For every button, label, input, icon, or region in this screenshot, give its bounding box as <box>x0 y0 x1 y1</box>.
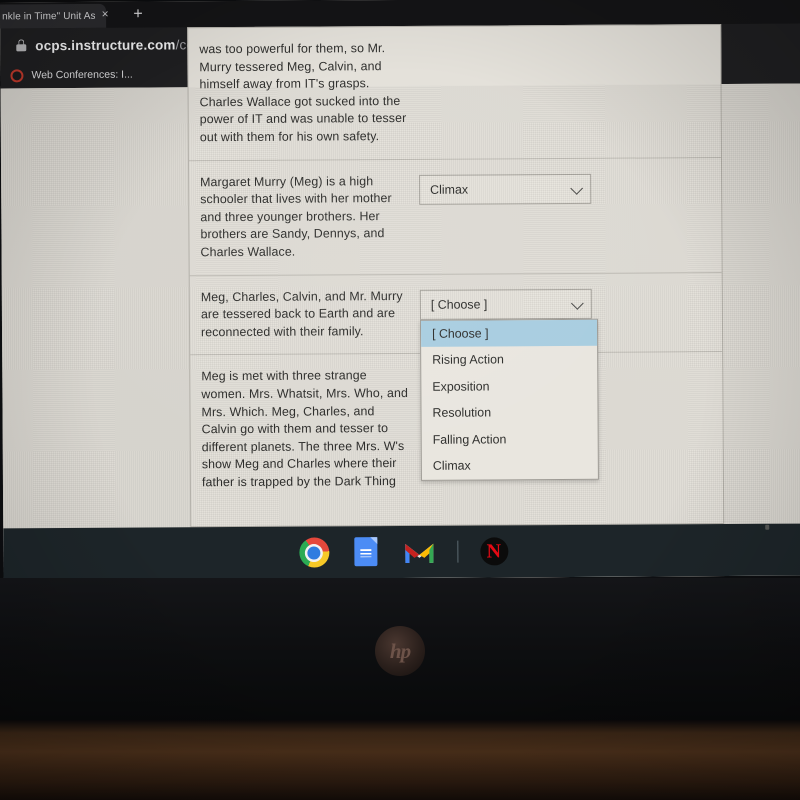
web-conferences-favicon-icon <box>10 68 24 82</box>
quiz-row-text: Meg, Charles, Calvin, and Mr. Murry are … <box>200 288 403 339</box>
desk-surface <box>0 720 800 800</box>
hp-logo-text: hp <box>389 638 411 663</box>
dropdown-option[interactable]: Climax <box>422 452 598 480</box>
netflix-glyph: N <box>486 540 502 563</box>
google-docs-icon[interactable] <box>351 537 381 567</box>
chrome-icon[interactable] <box>298 537 329 568</box>
quiz-row-select-wrap: Climax <box>419 173 592 205</box>
lock-icon <box>16 39 27 52</box>
quiz-row: was too powerful for them, so Mr. Murry … <box>188 25 721 161</box>
new-tab-icon[interactable]: + <box>130 6 146 23</box>
quiz-row-text: Meg is met with three strange women. Mrs… <box>201 368 408 490</box>
hp-logo: hp <box>375 626 425 676</box>
answer-select-open[interactable]: [ Choose ] <box>419 288 592 320</box>
browser-tab[interactable]: nkle in Time" Unit As <box>0 3 107 29</box>
quiz-row-select-wrap: [ Choose ] [ Choose ] Rising Action Exposi… <box>419 288 599 481</box>
page-viewport: was too powerful for them, so Mr. Murry … <box>0 24 800 581</box>
dropdown-option[interactable]: Resolution <box>421 399 597 427</box>
chevron-down-icon <box>570 296 584 310</box>
gmail-icon[interactable] <box>403 540 435 564</box>
quiz-question-card: was too powerful for them, so Mr. Murry … <box>187 24 725 528</box>
laptop-photo: nkle in Time" Unit As × + ocps.instructu… <box>0 0 800 800</box>
laptop-lid: hp <box>0 578 800 720</box>
bookmark-web-conferences[interactable]: Web Conferences: I... <box>31 69 132 82</box>
dropdown-options-list[interactable]: [ Choose ] Rising Action Exposition Resolut… <box>419 318 599 481</box>
close-icon[interactable]: × <box>98 7 112 21</box>
dropdown-option[interactable]: Rising Action <box>421 346 597 374</box>
answer-select[interactable]: Climax <box>419 173 592 205</box>
quiz-row: Margaret Murry (Meg) is a high schooler … <box>188 157 722 276</box>
laptop-screen: nkle in Time" Unit As × + ocps.instructu… <box>0 0 800 581</box>
chevron-down-icon <box>570 181 584 195</box>
dropdown-option[interactable]: [ Choose ] <box>420 319 598 347</box>
quiz-row: Meg, Charles, Calvin, and Mr. Murry are … <box>189 272 723 481</box>
mouse-cursor <box>765 524 770 530</box>
dropdown-option[interactable]: Falling Action <box>422 425 598 453</box>
taskbar-shelf: N <box>3 523 800 581</box>
shelf-divider <box>456 540 458 563</box>
netflix-icon[interactable]: N <box>479 537 508 566</box>
quiz-row-text: Margaret Murry (Meg) is a high schooler … <box>200 173 392 260</box>
answer-select-value: [ Choose ] <box>430 297 488 312</box>
quiz-row-text: was too powerful for them, so Mr. Murry … <box>199 41 407 145</box>
url-host: ocps.instructure.com <box>35 36 176 53</box>
dropdown-option[interactable]: Exposition <box>421 372 597 400</box>
tab-title: nkle in Time" Unit As <box>2 10 96 22</box>
answer-select-value: Climax <box>430 182 469 197</box>
